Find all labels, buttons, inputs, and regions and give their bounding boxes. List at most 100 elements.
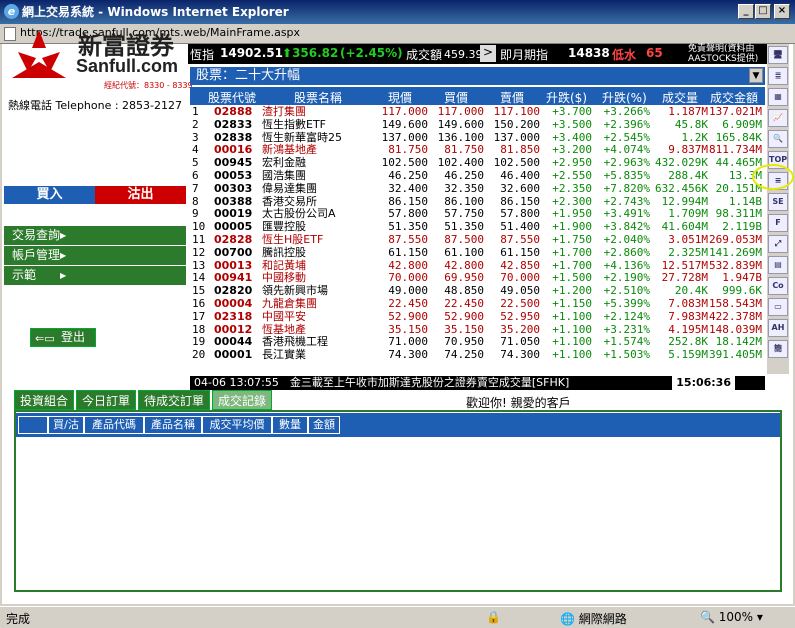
col-price[interactable]: 現價	[388, 89, 412, 106]
table-row[interactable]: 20 00001 長江實業 74.300 74.250 74.300 +1.100 +1.50…	[190, 349, 765, 362]
rank: 6	[192, 169, 199, 182]
table-row[interactable]: 12 00700 騰訊控股 61.150 61.100 61.150 +1.700 +2.86…	[190, 245, 765, 260]
col-buy-sell: 買/沽	[48, 416, 84, 434]
trade-buttons: 買入 沽出	[4, 186, 186, 204]
volume: 7.083M	[668, 297, 708, 310]
disclaimer-link[interactable]: 免責聲明(資料由AASTOCKS提供)	[688, 44, 768, 64]
simplified-icon[interactable]: 簡	[768, 340, 788, 358]
table-row[interactable]: 6 00053 國浩集團 46.250 46.250 46.400 +2.550 +5.835…	[190, 169, 765, 183]
price: 86.150	[388, 194, 428, 208]
table-row[interactable]: 5 00945 宏利金融 102.500 102.400 102.500 +2.950 +2.…	[190, 157, 765, 170]
volume: 45.8K	[674, 117, 708, 131]
bid: 74.250	[444, 348, 484, 362]
security-icon: 🔒	[486, 610, 501, 624]
news-icon[interactable]: F	[768, 214, 788, 232]
table-row[interactable]: 8 00388 香港交易所 86.150 86.100 86.150 +2.300 +2.74…	[190, 194, 765, 209]
col-name[interactable]: 股票名稱	[294, 89, 342, 106]
top20-table: 1 02888 渣打集團 117.000 117.000 117.100 +3.700 +3.…	[190, 105, 765, 368]
ask: 61.150	[500, 245, 540, 259]
folder-icon[interactable]: ▭	[768, 298, 788, 316]
rank: 9	[192, 207, 199, 221]
list-icon[interactable]: ≣	[768, 67, 788, 85]
ask: 137.000	[493, 130, 540, 144]
turnover: 1.947B	[722, 271, 762, 285]
trade-records-header: 買/沽 產品代碼 產品名稱 成交平均價 數量 金額	[16, 413, 780, 437]
menu-demo[interactable]: 示範	[4, 266, 186, 285]
table-row[interactable]: 7 00303 偉易達集團 32.400 32.350 32.600 +2.350 +7.82…	[190, 182, 765, 196]
change-pct: +2.124%	[603, 309, 650, 323]
maximize-button[interactable]: □	[755, 4, 771, 19]
rank: 2	[192, 117, 199, 131]
doc-icon[interactable]: ▤	[768, 256, 788, 274]
tab-trade-records[interactable]: 成交記錄	[212, 390, 273, 410]
menu-trade-enquiry[interactable]: 交易查詢	[4, 226, 186, 245]
menu-account-management[interactable]: 帳戶管理	[4, 246, 186, 265]
ah-icon[interactable]: AH	[768, 319, 788, 337]
bid: 57.750	[444, 207, 484, 221]
col-bid[interactable]: 買價	[444, 89, 468, 106]
col-change-pct[interactable]: 升跌(%)	[602, 89, 647, 106]
table-row[interactable]: 16 00004 九龍倉集團 22.450 22.450 22.500 +1.150 +5.3…	[190, 297, 765, 311]
zoom-level[interactable]: 🔍 100% ▾	[700, 610, 763, 624]
change: +1.100	[552, 348, 592, 362]
table-row[interactable]: 1 02888 渣打集團 117.000 117.000 117.100 +3.700 +3.…	[190, 105, 765, 119]
zoom-icon[interactable]: 🔍	[768, 130, 788, 148]
tab-pending-orders[interactable]: 待成交訂單	[138, 390, 211, 410]
market-ticker: 恆指 14902.51 ⬆356.82 (+2.45%) 成交額 459.39億…	[188, 44, 768, 64]
index-value: 14902.51	[220, 46, 284, 60]
price: 137.000	[381, 130, 428, 144]
grid-select-dropdown[interactable]: ▼	[749, 68, 763, 83]
table-row[interactable]: 15 02820 領先新興市場 49.000 48.850 49.050 +1.200 +2.…	[190, 285, 765, 298]
tab-portfolio[interactable]: 投資組合	[14, 390, 75, 410]
volume: 288.4K	[668, 169, 708, 182]
bid: 87.500	[444, 233, 484, 246]
desktop-icon[interactable]: 🖥	[768, 46, 788, 64]
logout-button[interactable]: ⇐▭ 登出	[30, 328, 96, 347]
bid: 136.100	[437, 130, 484, 144]
rank: 19	[192, 335, 206, 349]
rank: 4	[192, 143, 199, 157]
se-hk-icon[interactable]: SE	[768, 193, 788, 211]
col-code[interactable]: 股票代號	[208, 89, 256, 106]
table-row[interactable]: 11 02828 恆生H股ETF 87.550 87.500 87.550 +1.750 +2…	[190, 233, 765, 247]
ticker-next-button[interactable]: >	[480, 45, 496, 62]
grid-icon[interactable]: ▦	[768, 88, 788, 106]
change-pct: +4.074%	[603, 143, 650, 157]
table-row[interactable]: 10 00005 匯豐控股 51.350 51.350 51.400 +1.900 +3.84…	[190, 221, 765, 234]
trend-icon[interactable]: ⤢	[768, 235, 788, 253]
volume: 1.187M	[668, 105, 708, 118]
buy-button[interactable]: 買入	[4, 186, 95, 204]
minimize-button[interactable]: _	[738, 4, 754, 19]
co-icon[interactable]: Co	[768, 277, 788, 295]
change-pct: +3.231%	[603, 322, 650, 336]
table-row[interactable]: 17 02318 中國平安 52.900 52.900 52.950 +1.100 +2.12…	[190, 309, 765, 324]
futures-label: 即月期指	[500, 48, 549, 62]
volume: 1.709M	[668, 207, 708, 221]
ask: 86.150	[500, 194, 540, 208]
tab-today-orders[interactable]: 今日訂單	[76, 390, 137, 410]
stock-code: 00013	[214, 258, 253, 272]
stock-name: 騰訊控股	[262, 245, 306, 259]
turnover: 148.039M	[709, 322, 762, 336]
col-amount: 金額	[308, 416, 340, 434]
turnover: 422.378M	[709, 309, 762, 323]
col-change[interactable]: 升跌($)	[546, 89, 587, 106]
table-row[interactable]: 2 02833 恆生指數ETF 149.600 149.600 150.200 +3.500…	[190, 117, 765, 132]
change: +3.200	[552, 143, 592, 157]
sell-button[interactable]: 沽出	[95, 186, 186, 204]
rank: 10	[192, 220, 206, 234]
close-button[interactable]: ×	[774, 4, 790, 19]
change-pct: +2.545%	[603, 130, 650, 144]
grid-title-bar: 股票：二十大升幅 ▼	[190, 67, 765, 85]
stock-name: 中國平安	[262, 309, 306, 323]
change: +1.900	[552, 220, 592, 234]
stock-code: 02833	[214, 117, 253, 131]
price: 81.750	[388, 143, 428, 157]
highlight-circle	[752, 164, 794, 190]
col-ask[interactable]: 賣價	[500, 89, 524, 106]
col-turnover[interactable]: 成交金額	[710, 89, 758, 106]
change-pct: +2.040%	[603, 233, 650, 246]
chart-icon[interactable]: 📈	[768, 109, 788, 127]
col-volume[interactable]: 成交量	[662, 89, 698, 106]
news-text[interactable]: 04-06 13:07:55 金三載至上午收市加斯達克股份之證券賣空成交量[SF…	[194, 376, 569, 389]
